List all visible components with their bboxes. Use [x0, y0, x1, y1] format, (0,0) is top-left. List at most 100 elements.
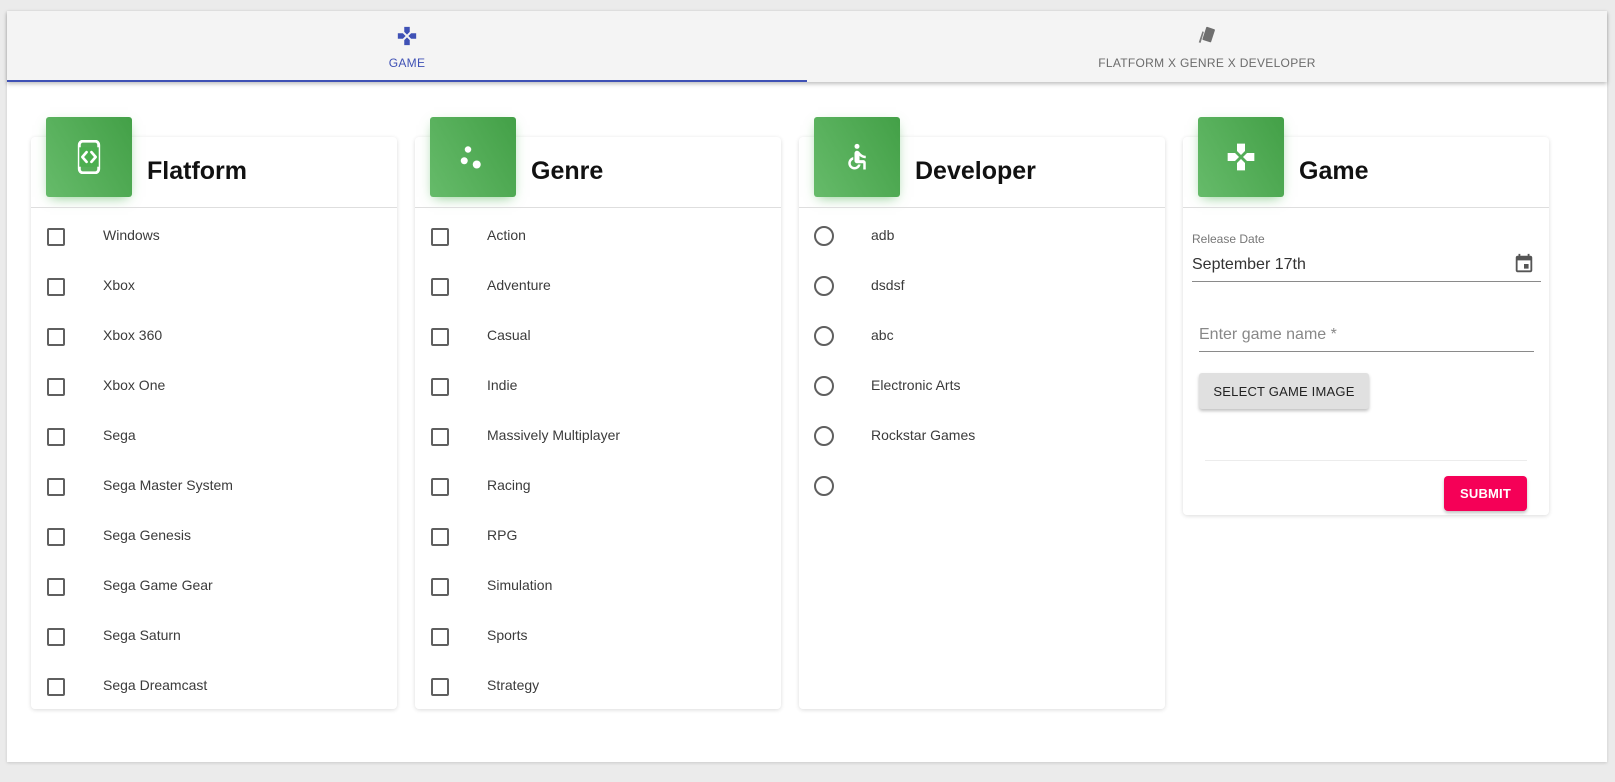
platform-option[interactable]: Sega Dreamcast: [31, 661, 397, 711]
checkbox[interactable]: [47, 528, 65, 546]
option-label: Action: [487, 227, 526, 243]
app-window: GAME FLATFORM X GENRE X DEVELOPER Flatfo…: [7, 11, 1607, 762]
checkbox[interactable]: [431, 428, 449, 446]
developer-option[interactable]: Rockstar Games: [799, 411, 1165, 461]
checkbox[interactable]: [431, 478, 449, 496]
checkbox[interactable]: [431, 228, 449, 246]
checkbox[interactable]: [431, 678, 449, 696]
submit-button[interactable]: SUBMIT: [1444, 476, 1527, 511]
checkbox[interactable]: [431, 628, 449, 646]
checkbox[interactable]: [47, 328, 65, 346]
genre-option[interactable]: Simulation: [415, 561, 781, 611]
platform-card: Flatform Windows Xbox Xbox 360 Xbox One …: [31, 117, 397, 711]
tab-platform-genre-developer[interactable]: FLATFORM X GENRE X DEVELOPER: [807, 11, 1607, 82]
platform-option[interactable]: Sega: [31, 411, 397, 461]
genre-card-title: Genre: [531, 157, 604, 185]
game-name-input[interactable]: [1199, 323, 1534, 344]
release-date-label: Release Date: [1192, 232, 1265, 246]
genre-option[interactable]: Casual: [415, 311, 781, 361]
option-label: Casual: [487, 327, 531, 343]
option-label: Electronic Arts: [871, 377, 961, 393]
genre-option[interactable]: Action: [415, 211, 781, 261]
tab-label: GAME: [388, 56, 426, 70]
option-label: Xbox 360: [103, 327, 163, 343]
radio-button[interactable]: [814, 376, 834, 396]
option-label: Sega Dreamcast: [103, 677, 208, 693]
developer-option[interactable]: adb: [799, 211, 1165, 261]
tab-label: FLATFORM X GENRE X DEVELOPER: [1098, 56, 1316, 70]
platform-option[interactable]: Sega Saturn: [31, 611, 397, 661]
tab-bar: GAME FLATFORM X GENRE X DEVELOPER: [7, 11, 1607, 82]
option-label: Strategy: [487, 677, 540, 693]
genre-option[interactable]: Massively Multiplayer: [415, 411, 781, 461]
developer-card: Developer adb dsdsf abc Electronic Arts …: [799, 117, 1165, 709]
platform-option[interactable]: Xbox One: [31, 361, 397, 411]
option-label: Sega Genesis: [103, 527, 191, 543]
option-label: Indie: [487, 377, 518, 393]
platform-option[interactable]: Windows: [31, 211, 397, 261]
tab-indicator: [7, 80, 807, 82]
radio-button[interactable]: [814, 226, 834, 246]
divider: [799, 207, 1165, 208]
option-label: Sega Game Gear: [103, 577, 213, 593]
option-label: Adventure: [487, 277, 551, 293]
genre-card: Genre Action Adventure Casual Indie Mass…: [415, 117, 781, 711]
checkbox[interactable]: [431, 528, 449, 546]
developer-list: adb dsdsf abc Electronic Arts Rockstar G…: [799, 211, 1165, 511]
bubbles-icon: [430, 117, 516, 197]
developer-option[interactable]: dsdsf: [799, 261, 1165, 311]
developer-option[interactable]: [799, 461, 1165, 511]
genre-option[interactable]: RPG: [415, 511, 781, 561]
option-label: Massively Multiplayer: [487, 427, 621, 443]
genre-option[interactable]: Indie: [415, 361, 781, 411]
option-label: Racing: [487, 477, 531, 493]
platform-option[interactable]: Sega Master System: [31, 461, 397, 511]
option-label: Simulation: [487, 577, 553, 593]
option-label: Rockstar Games: [871, 427, 976, 443]
radio-button[interactable]: [814, 276, 834, 296]
game-name-field[interactable]: [1199, 323, 1534, 352]
radio-button[interactable]: [814, 426, 834, 446]
option-label: Sports: [487, 627, 528, 643]
checkbox[interactable]: [431, 578, 449, 596]
checkbox[interactable]: [47, 228, 65, 246]
option-label: RPG: [487, 527, 518, 543]
checkbox[interactable]: [431, 328, 449, 346]
calendar-icon[interactable]: [1513, 253, 1535, 280]
platform-option[interactable]: Sega Genesis: [31, 511, 397, 561]
game-card-title: Game: [1299, 157, 1369, 185]
checkbox[interactable]: [431, 278, 449, 296]
platform-option[interactable]: Sega Game Gear: [31, 561, 397, 611]
checkbox[interactable]: [47, 428, 65, 446]
select-game-image-button[interactable]: SELECT GAME IMAGE: [1199, 373, 1369, 409]
tab-game[interactable]: GAME: [7, 11, 807, 82]
genre-option[interactable]: Sports: [415, 611, 781, 661]
release-date-field[interactable]: September 17th: [1192, 253, 1541, 282]
checkbox[interactable]: [431, 378, 449, 396]
genre-option[interactable]: Adventure: [415, 261, 781, 311]
developer-option[interactable]: abc: [799, 311, 1165, 361]
platform-option[interactable]: Xbox 360: [31, 311, 397, 361]
gamepad-icon: [1198, 117, 1284, 197]
checkbox[interactable]: [47, 678, 65, 696]
radio-button[interactable]: [814, 326, 834, 346]
option-label: Sega Saturn: [103, 627, 181, 643]
developer-option[interactable]: Electronic Arts: [799, 361, 1165, 411]
platform-option[interactable]: Xbox: [31, 261, 397, 311]
option-label: Sega Master System: [103, 477, 233, 493]
genre-option[interactable]: Strategy: [415, 661, 781, 711]
checkbox[interactable]: [47, 478, 65, 496]
checkbox[interactable]: [47, 378, 65, 396]
platform-card-title: Flatform: [147, 157, 247, 185]
checkbox[interactable]: [47, 578, 65, 596]
checkbox[interactable]: [47, 278, 65, 296]
divider: [1205, 460, 1527, 461]
genre-option[interactable]: Racing: [415, 461, 781, 511]
option-label: abc: [871, 327, 894, 343]
option-label: adb: [871, 227, 895, 243]
checkbox[interactable]: [47, 628, 65, 646]
option-label: Sega: [103, 427, 136, 443]
radio-button[interactable]: [814, 476, 834, 496]
option-label: dsdsf: [871, 277, 905, 293]
gamepad-icon: [396, 24, 418, 48]
